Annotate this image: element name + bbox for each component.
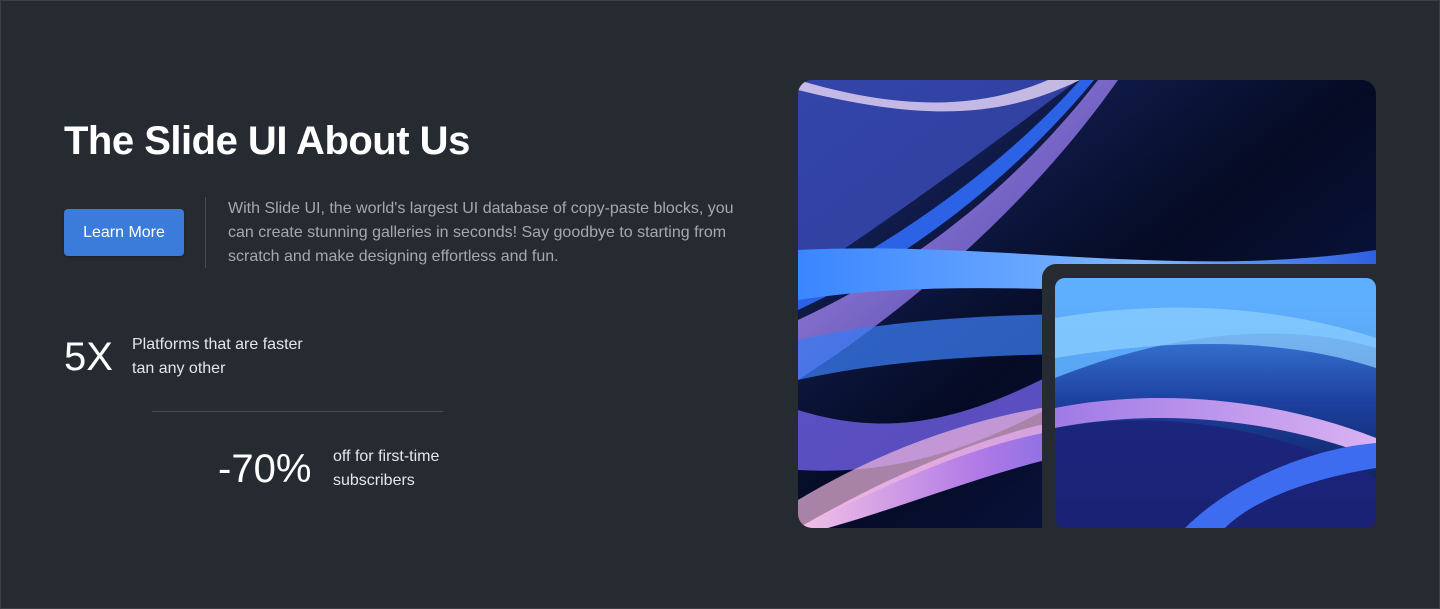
stats-divider xyxy=(152,411,443,412)
page-title: The Slide UI About Us xyxy=(64,119,470,163)
abstract-wave-image xyxy=(1055,278,1376,528)
stat-value-speed: 5X xyxy=(64,335,113,379)
stat-value-discount: -70% xyxy=(218,447,312,491)
stat-label-discount: off for first-time subscribers xyxy=(333,448,440,489)
hero-description: With Slide UI, the world's largest UI da… xyxy=(228,200,734,265)
learn-more-button[interactable]: Learn More xyxy=(64,209,184,256)
gallery-image-small xyxy=(1055,278,1376,528)
stat-label-speed: Platforms that are faster tan any other xyxy=(132,336,303,377)
vertical-divider xyxy=(205,197,206,268)
image-gallery xyxy=(798,80,1392,544)
